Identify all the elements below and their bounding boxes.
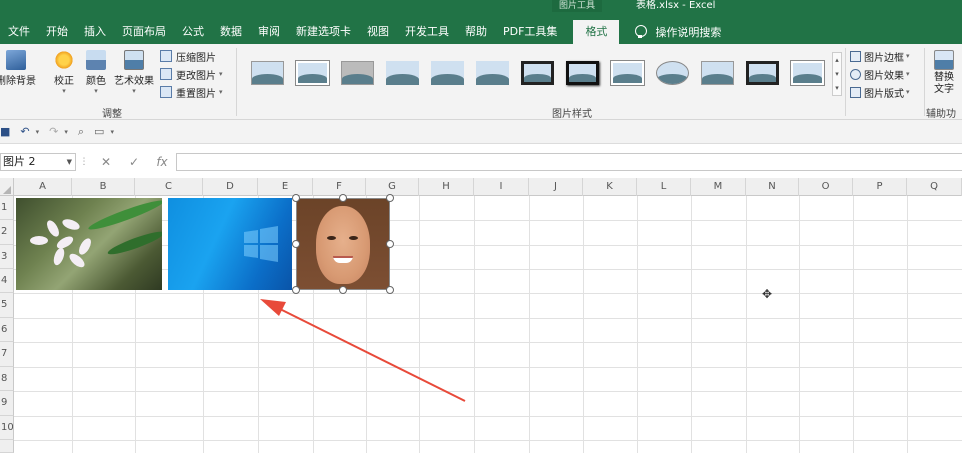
annotation-arrow [260,299,466,402]
arrow-shaft [275,306,466,402]
move-cursor-icon: ✥ [762,287,773,301]
arrow-head [260,299,286,316]
